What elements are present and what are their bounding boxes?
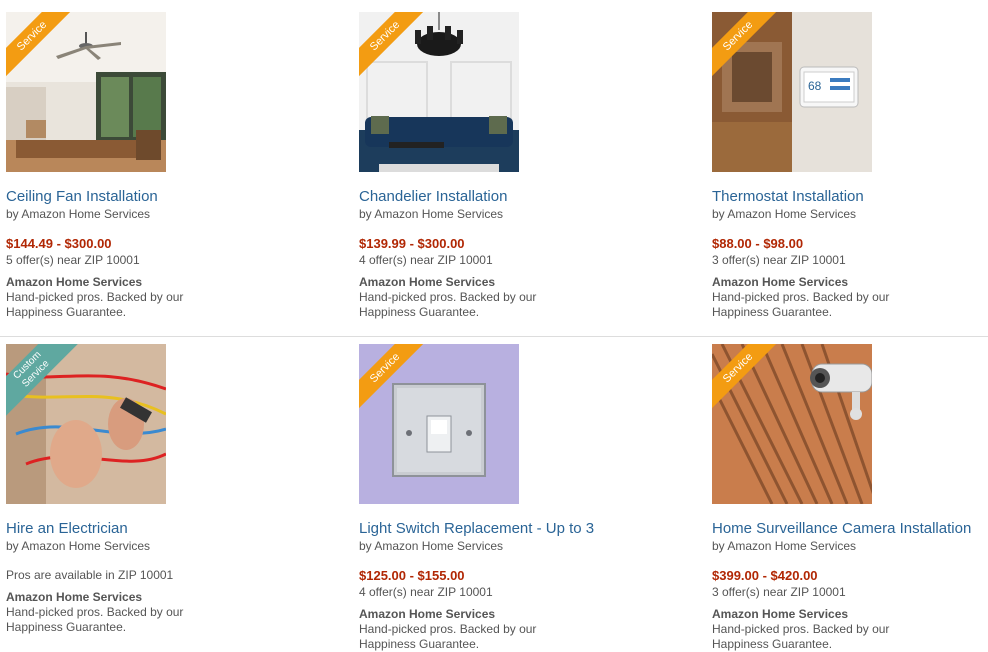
product-price: $399.00 - $420.00 (712, 568, 818, 583)
product-image-chandelier[interactable]: Service (359, 12, 519, 172)
product-card-electrician: Custom Service Hire an Electrician by Am… (6, 344, 276, 635)
product-title-link[interactable]: Thermostat Installation (712, 188, 982, 206)
seller-name: Amazon Home Services (6, 590, 143, 604)
seller-description: Hand-picked pros. Backed by our Happines… (712, 622, 890, 651)
product-card-light-switch: Service Light Switch Replacement - Up to… (359, 344, 629, 652)
product-price: $125.00 - $155.00 (359, 568, 465, 583)
product-title-link[interactable]: Chandelier Installation (359, 188, 629, 206)
product-image-light-switch[interactable]: Service (359, 344, 519, 504)
product-availability: Pros are available in ZIP 10001 (6, 568, 174, 582)
product-price: $139.99 - $300.00 (359, 236, 465, 251)
product-card-surveillance-camera: Service Home Surveillance Camera Install… (712, 344, 982, 652)
product-card-ceiling-fan: Service Ceiling Fan Installation by Amaz… (6, 12, 276, 320)
product-title-link[interactable]: Ceiling Fan Installation (6, 188, 276, 206)
row-divider (0, 336, 988, 337)
seller-name: Amazon Home Services (359, 275, 496, 289)
product-title-link[interactable]: Home Surveillance Camera Installation (712, 520, 982, 538)
seller-name: Amazon Home Services (712, 607, 849, 621)
seller-description: Hand-picked pros. Backed by our Happines… (359, 290, 537, 319)
seller-name: Amazon Home Services (6, 275, 143, 289)
product-byline: by Amazon Home Services (359, 539, 504, 553)
seller-description: Hand-picked pros. Backed by our Happines… (6, 290, 184, 319)
seller-name: Amazon Home Services (712, 275, 849, 289)
product-byline: by Amazon Home Services (712, 539, 857, 553)
product-offers: 3 offer(s) near ZIP 10001 (712, 585, 846, 599)
product-image-ceiling-fan[interactable]: Service (6, 12, 166, 172)
seller-name: Amazon Home Services (359, 607, 496, 621)
product-offers: 5 offer(s) near ZIP 10001 (6, 253, 140, 267)
product-byline: by Amazon Home Services (6, 539, 151, 553)
product-image-surveillance-camera[interactable]: Service (712, 344, 872, 504)
seller-description: Hand-picked pros. Backed by our Happines… (359, 622, 537, 651)
seller-description: Hand-picked pros. Backed by our Happines… (712, 290, 890, 319)
product-offers: 4 offer(s) near ZIP 10001 (359, 585, 493, 599)
product-image-thermostat[interactable]: 68 Service (712, 12, 872, 172)
product-offers: 4 offer(s) near ZIP 10001 (359, 253, 493, 267)
product-title-link[interactable]: Hire an Electrician (6, 520, 276, 538)
product-price: $88.00 - $98.00 (712, 236, 804, 251)
product-price: $144.49 - $300.00 (6, 236, 112, 251)
thermostat-reading: 68 (808, 79, 822, 93)
product-byline: by Amazon Home Services (359, 207, 504, 221)
product-card-thermostat: 68 Service Thermostat Installation by Am… (712, 12, 982, 320)
product-byline: by Amazon Home Services (712, 207, 857, 221)
product-card-chandelier: Service Chandelier Installation by Amazo… (359, 12, 629, 320)
product-offers: 3 offer(s) near ZIP 10001 (712, 253, 846, 267)
product-image-electrician[interactable]: Custom Service (6, 344, 166, 504)
product-byline: by Amazon Home Services (6, 207, 151, 221)
seller-description: Hand-picked pros. Backed by our Happines… (6, 605, 184, 634)
product-title-link[interactable]: Light Switch Replacement - Up to 3 (359, 520, 629, 538)
